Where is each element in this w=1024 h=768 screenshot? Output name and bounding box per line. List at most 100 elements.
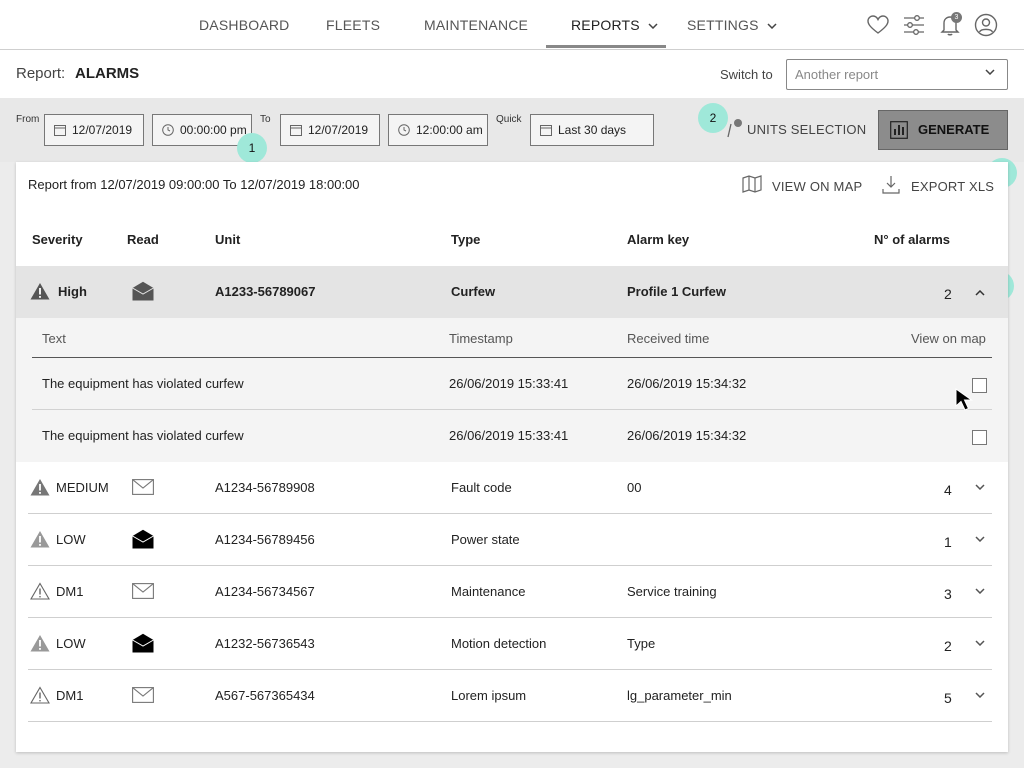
sliders-icon[interactable] [902, 13, 926, 37]
detail-column-text: Text [42, 331, 66, 346]
unit-value: A1233-56789067 [215, 284, 316, 299]
clock-icon [398, 124, 410, 136]
map-icon [742, 175, 762, 193]
severity-value: High [58, 284, 87, 299]
to-date-field[interactable]: 12/07/2019 [280, 114, 380, 146]
type-value: Lorem ipsum [451, 688, 527, 703]
type-value: Curfew [451, 284, 496, 299]
filter-bar: From 12/07/2019 00:00:00 pm To 12/07/201… [0, 98, 1024, 162]
alarm-key-value: Profile 1 Curfew [627, 284, 726, 299]
annotation-marker-2: 2 [698, 103, 728, 133]
table-row[interactable]: DM1 A567-567365434 Lorem ipsum lg_parame… [28, 670, 992, 722]
generate-button[interactable]: GENERATE [878, 110, 1008, 150]
warning-outline-icon [30, 582, 50, 600]
unit-value: A1234-56789456 [215, 532, 315, 547]
detail-row: The equipment has violated curfew 26/06/… [32, 358, 992, 410]
column-read[interactable]: Read [127, 232, 159, 247]
nav-settings-label: SETTINGS [687, 17, 759, 33]
envelope-open-icon [132, 633, 154, 653]
detail-received: 26/06/2019 15:34:32 [627, 428, 747, 443]
pin-icon [727, 119, 742, 138]
table-row[interactable]: LOW A1232-56736543 Motion detection Type… [28, 618, 992, 670]
to-time-field[interactable]: 12:00:00 am [388, 114, 488, 146]
switch-to-label: Switch to [720, 67, 773, 82]
alarm-count-value: 3 [944, 586, 952, 602]
to-date-value: 12/07/2019 [308, 123, 369, 137]
report-label: Report: [16, 65, 66, 82]
report-title: ALARMS [75, 65, 140, 82]
detail-row: The equipment has violated curfew 26/06/… [32, 410, 992, 462]
alarm-count-value: 2 [944, 286, 952, 302]
chevron-down-icon[interactable] [975, 588, 985, 594]
calendar-icon [54, 125, 66, 136]
alarm-key-value: Service training [627, 584, 717, 599]
to-time-value: 12:00:00 am [416, 123, 483, 137]
generate-label: GENERATE [918, 122, 990, 137]
alarm-key-value: 00 [627, 480, 642, 495]
nav-settings[interactable]: SETTINGS [687, 0, 777, 50]
notification-badge: 3 [951, 12, 962, 23]
envelope-icon [132, 687, 154, 703]
alarm-detail-panel: Text Timestamp Received time View on map… [16, 318, 1008, 462]
envelope-open-icon [132, 281, 154, 301]
from-time-value: 00:00:00 pm [180, 123, 247, 137]
nav-dashboard[interactable]: DASHBOARD [199, 0, 289, 50]
from-time-field[interactable]: 00:00:00 pm [152, 114, 252, 146]
clock-icon [162, 124, 174, 136]
report-summary: Report from 12/07/2019 09:00:00 To 12/07… [28, 177, 360, 192]
to-label: To [260, 114, 271, 125]
nav-fleets[interactable]: FLEETS [326, 0, 380, 50]
detail-column-received: Received time [627, 331, 710, 346]
unit-value: A1234-56789908 [215, 480, 315, 495]
quick-range-select[interactable]: Last 30 days [530, 114, 654, 146]
warning-filled-icon [30, 635, 50, 652]
switch-report-placeholder: Another report [795, 67, 879, 82]
view-on-map-label: VIEW ON MAP [772, 179, 863, 194]
detail-column-view-on-map: View on map [911, 331, 986, 346]
table-row[interactable]: DM1 A1234-56734567 Maintenance Service t… [28, 566, 992, 618]
alarm-count-value: 5 [944, 690, 952, 706]
chevron-down-icon[interactable] [975, 484, 985, 490]
column-type[interactable]: Type [451, 232, 480, 247]
nav-reports[interactable]: REPORTS [571, 0, 658, 50]
alarm-count-value: 2 [944, 638, 952, 654]
user-icon[interactable] [974, 13, 998, 37]
nav-maintenance[interactable]: MAINTENANCE [424, 0, 528, 50]
unit-value: A1232-56736543 [215, 636, 315, 651]
chevron-down-icon[interactable] [975, 640, 985, 646]
column-alarm-count[interactable]: N° of alarms [874, 232, 950, 247]
severity-value: DM1 [56, 688, 84, 703]
column-alarm-key[interactable]: Alarm key [627, 232, 689, 247]
heart-icon[interactable] [866, 13, 890, 37]
column-unit[interactable]: Unit [215, 232, 240, 247]
warning-filled-icon [30, 479, 50, 496]
table-row[interactable]: MEDIUM A1234-56789908 Fault code 00 4 [28, 462, 992, 514]
chevron-down-icon [648, 23, 658, 30]
switch-report-select[interactable]: Another report [786, 59, 1008, 90]
chevron-down-icon[interactable] [975, 536, 985, 542]
warning-filled-icon [30, 531, 50, 548]
warning-outline-icon [30, 686, 50, 704]
type-value: Maintenance [451, 584, 526, 599]
chevron-up-icon[interactable] [975, 290, 985, 296]
detail-received: 26/06/2019 15:34:32 [627, 376, 747, 391]
severity-value: DM1 [56, 584, 84, 599]
from-date-field[interactable]: 12/07/2019 [44, 114, 144, 146]
units-selection-label: UNITS SELECTION [747, 122, 867, 137]
results-card: Report from 12/07/2019 09:00:00 To 12/07… [16, 162, 1008, 752]
bar-chart-icon [890, 121, 908, 139]
severity-value: LOW [56, 636, 86, 651]
severity-value: LOW [56, 532, 86, 547]
view-on-map-checkbox[interactable] [972, 430, 987, 445]
column-severity[interactable]: Severity [32, 232, 83, 247]
notifications-button[interactable]: 3 [938, 12, 962, 37]
type-value: Fault code [451, 480, 512, 495]
export-xls-label: EXPORT XLS [911, 179, 995, 194]
chevron-down-icon [985, 69, 995, 75]
envelope-open-icon [132, 529, 154, 549]
chevron-down-icon[interactable] [975, 692, 985, 698]
table-row[interactable]: LOW A1234-56789456 Power state 1 [28, 514, 992, 566]
type-value: Power state [451, 532, 520, 547]
table-row[interactable]: High A1233-56789067 Curfew Profile 1 Cur… [16, 266, 1008, 318]
envelope-icon [132, 479, 154, 495]
